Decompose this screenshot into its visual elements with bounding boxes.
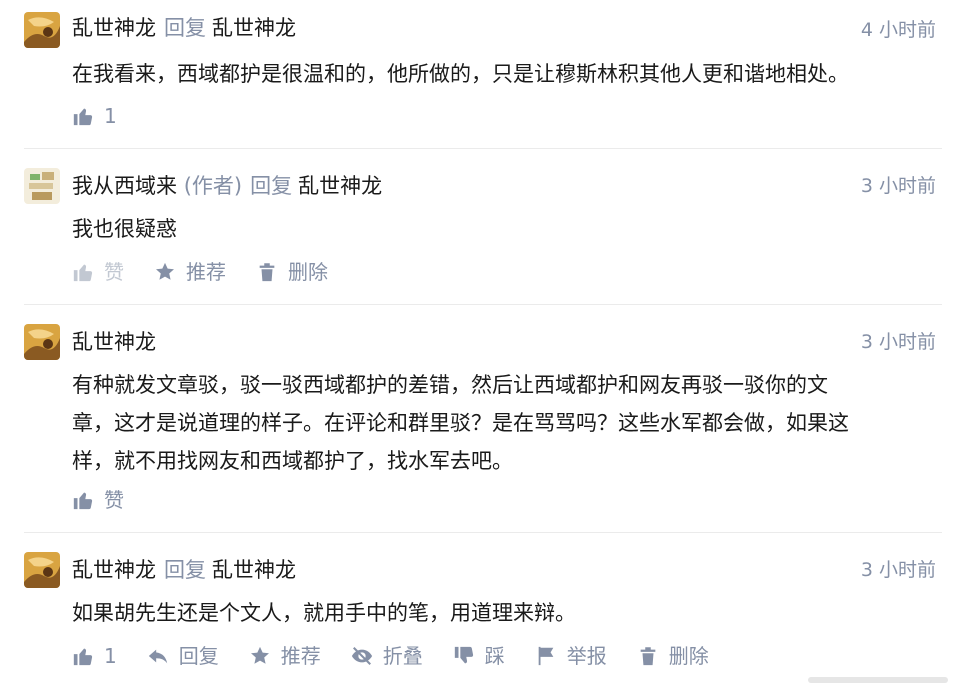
comment-meta: 乱世神龙 <box>72 328 156 356</box>
content-line: 章，这才是说道理的样子。在评论和群里驳？是在骂骂吗？这些水军都会做，如果这 <box>72 411 849 435</box>
trash-icon <box>259 263 275 282</box>
reply-to-name[interactable]: 乱世神龙 <box>298 174 382 198</box>
star-icon <box>250 646 269 664</box>
author-name[interactable]: 乱世神龙 <box>72 16 156 40</box>
like-button[interactable]: 1 <box>72 642 117 670</box>
thumbs-up-icon <box>73 648 93 666</box>
comment-time: 3 小时前 <box>860 331 936 353</box>
comment-actions: 赞 推荐 删除 <box>72 258 358 286</box>
fold-label: 折叠 <box>382 644 423 668</box>
thumbs-up-icon <box>73 264 93 282</box>
like-count: 1 <box>104 644 117 668</box>
recommend-label: 推荐 <box>186 260 226 284</box>
divider <box>24 148 942 149</box>
comment-meta: 乱世神龙 回复 乱世神龙 <box>72 556 296 584</box>
comment-meta: 乱世神龙 回复 乱世神龙 <box>72 14 296 42</box>
content-line: 有种就发文章驳，驳一驳西域都护的差错，然后让西域都护和网友再驳一驳你的文 <box>72 373 828 397</box>
scrollbar-thumb[interactable] <box>808 677 948 683</box>
dislike-button[interactable]: 踩 <box>453 642 505 670</box>
like-label: 赞 <box>104 260 124 284</box>
comment-time: 4 小时前 <box>860 19 936 41</box>
like-button[interactable]: 1 <box>72 102 117 130</box>
avatar[interactable] <box>24 324 60 360</box>
recommend-button[interactable]: 推荐 <box>249 642 321 670</box>
trash-icon <box>640 647 656 666</box>
comment-content: 有种就发文章驳，驳一驳西域都护的差错，然后让西域都护和网友再驳一驳你的文 章，这… <box>72 366 932 480</box>
recommend-button[interactable]: 推荐 <box>154 258 226 286</box>
eye-slash-icon <box>351 647 372 665</box>
avatar-image <box>24 324 60 360</box>
comment-content: 我也很疑惑 <box>72 217 177 241</box>
reply-arrow-icon <box>148 649 167 664</box>
comment-meta: 我从西域来 (作者) 回复 乱世神龙 <box>72 172 382 200</box>
avatar[interactable] <box>24 12 60 48</box>
reply-button[interactable]: 回复 <box>147 642 219 670</box>
avatar-image <box>24 12 60 48</box>
author-role: (作者) <box>183 174 243 198</box>
divider <box>24 532 942 533</box>
like-button[interactable]: 赞 <box>72 486 124 514</box>
avatar[interactable] <box>24 168 60 204</box>
comment-time: 3 小时前 <box>860 175 936 197</box>
avatar-image <box>24 168 60 204</box>
comment-content: 如果胡先生还是个文人，就用手中的笔，用道理来辩。 <box>72 601 576 625</box>
recommend-label: 推荐 <box>280 644 321 668</box>
report-label: 举报 <box>566 644 607 668</box>
thumbs-down-icon <box>454 646 473 664</box>
divider <box>24 304 942 305</box>
reply-word: 回复 <box>164 16 206 40</box>
comment-actions: 1 <box>72 102 147 130</box>
author-name[interactable]: 我从西域来 <box>72 174 177 198</box>
thumbs-up-icon <box>73 108 93 126</box>
comment-content: 在我看来，西域都护是很温和的，他所做的，只是让穆斯林积其他人更和谐地相处。 <box>72 62 849 86</box>
avatar-image <box>24 552 60 588</box>
delete-label: 删除 <box>668 644 709 668</box>
delete-label: 删除 <box>288 260 328 284</box>
star-icon <box>156 262 174 280</box>
delete-button[interactable]: 删除 <box>256 258 328 286</box>
avatar[interactable] <box>24 552 60 588</box>
author-name[interactable]: 乱世神龙 <box>72 558 156 582</box>
flag-icon <box>538 646 554 666</box>
comment-actions: 1 回复 推荐 折叠 踩 举报 删除 <box>72 642 739 670</box>
reply-to-name[interactable]: 乱世神龙 <box>212 16 296 40</box>
author-name[interactable]: 乱世神龙 <box>72 330 156 354</box>
reply-to-name[interactable]: 乱世神龙 <box>212 558 296 582</box>
like-count: 1 <box>104 104 117 128</box>
dislike-label: 踩 <box>484 644 505 668</box>
report-button[interactable]: 举报 <box>535 642 607 670</box>
like-button[interactable]: 赞 <box>72 258 124 286</box>
comment-time: 3 小时前 <box>860 559 936 581</box>
reply-word: 回复 <box>164 558 206 582</box>
like-label: 赞 <box>104 488 124 512</box>
reply-word: 回复 <box>250 174 293 198</box>
thumbs-up-icon <box>73 492 93 510</box>
fold-button[interactable]: 折叠 <box>351 642 423 670</box>
delete-button[interactable]: 删除 <box>637 642 709 670</box>
reply-label: 回复 <box>178 644 219 668</box>
content-line: 样，就不用找网友和西域都护了，找水军去吧。 <box>72 449 513 473</box>
comment-actions: 赞 <box>72 486 154 514</box>
